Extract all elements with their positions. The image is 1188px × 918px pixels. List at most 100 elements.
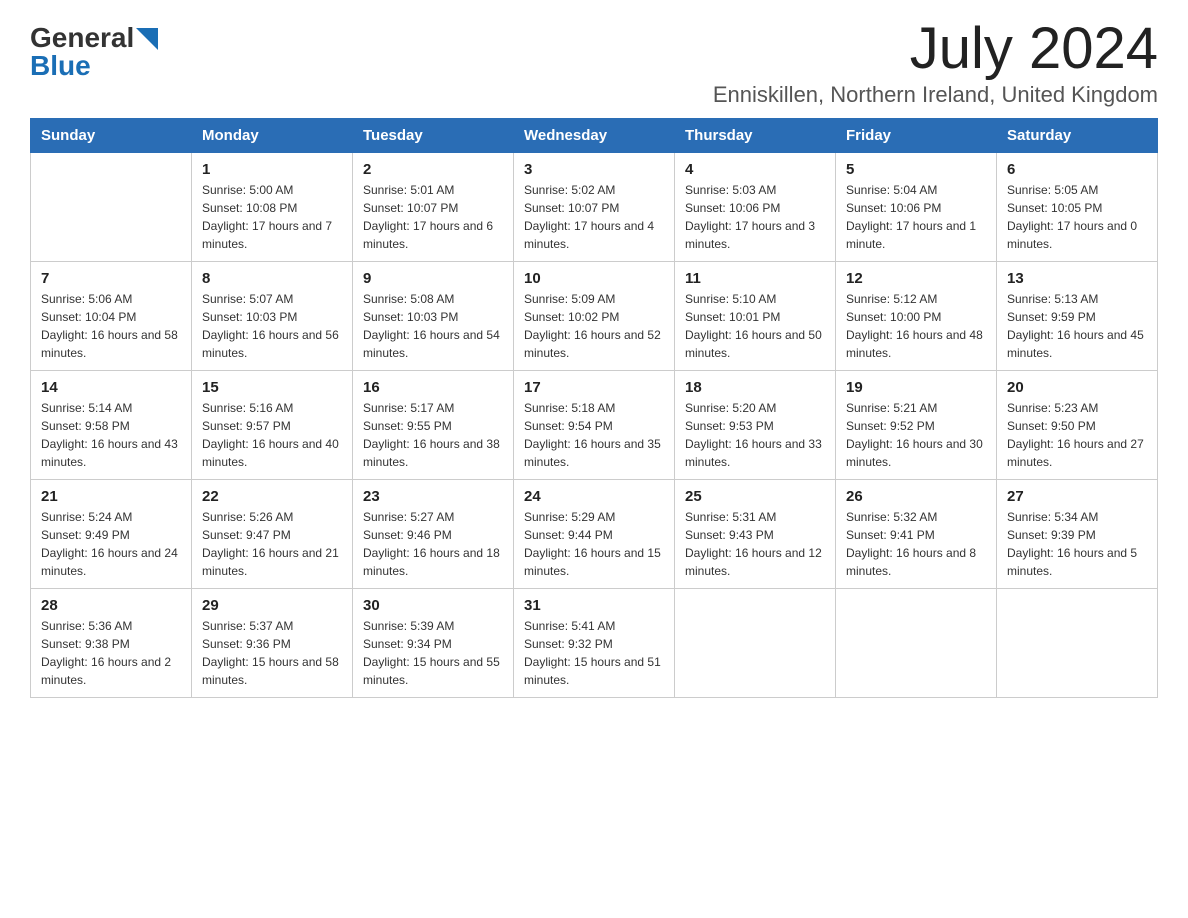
table-row: 31 Sunrise: 5:41 AMSunset: 9:32 PMDayligh…: [514, 589, 675, 698]
table-row: 16 Sunrise: 5:17 AMSunset: 9:55 PMDayligh…: [353, 371, 514, 480]
table-row: 22 Sunrise: 5:26 AMSunset: 9:47 PMDayligh…: [192, 480, 353, 589]
day-number: 31: [524, 597, 664, 614]
day-number: 19: [846, 379, 986, 396]
location-subtitle: Enniskillen, Northern Ireland, United Ki…: [713, 82, 1158, 108]
col-monday: Monday: [192, 119, 353, 153]
day-info: Sunrise: 5:02 AMSunset: 10:07 PMDaylight…: [524, 181, 664, 253]
table-row: 18 Sunrise: 5:20 AMSunset: 9:53 PMDayligh…: [675, 371, 836, 480]
day-info: Sunrise: 5:36 AMSunset: 9:38 PMDaylight:…: [41, 617, 181, 689]
day-info: Sunrise: 5:23 AMSunset: 9:50 PMDaylight:…: [1007, 399, 1147, 471]
day-number: 28: [41, 597, 181, 614]
table-row: [836, 589, 997, 698]
day-info: Sunrise: 5:13 AMSunset: 9:59 PMDaylight:…: [1007, 290, 1147, 362]
day-info: Sunrise: 5:39 AMSunset: 9:34 PMDaylight:…: [363, 617, 503, 689]
day-number: 30: [363, 597, 503, 614]
day-info: Sunrise: 5:08 AMSunset: 10:03 PMDaylight…: [363, 290, 503, 362]
day-info: Sunrise: 5:21 AMSunset: 9:52 PMDaylight:…: [846, 399, 986, 471]
day-number: 22: [202, 488, 342, 505]
logo: General Blue: [30, 20, 158, 82]
calendar-week-row: 7Sunrise: 5:06 AMSunset: 10:04 PMDayligh…: [31, 262, 1158, 371]
day-info: Sunrise: 5:00 AMSunset: 10:08 PMDaylight…: [202, 181, 342, 253]
table-row: 29 Sunrise: 5:37 AMSunset: 9:36 PMDayligh…: [192, 589, 353, 698]
day-number: 17: [524, 379, 664, 396]
day-number: 20: [1007, 379, 1147, 396]
day-info: Sunrise: 5:41 AMSunset: 9:32 PMDaylight:…: [524, 617, 664, 689]
day-number: 21: [41, 488, 181, 505]
day-info: Sunrise: 5:26 AMSunset: 9:47 PMDaylight:…: [202, 508, 342, 580]
day-number: 18: [685, 379, 825, 396]
day-info: Sunrise: 5:18 AMSunset: 9:54 PMDaylight:…: [524, 399, 664, 471]
day-number: 25: [685, 488, 825, 505]
day-number: 16: [363, 379, 503, 396]
day-number: 14: [41, 379, 181, 396]
day-info: Sunrise: 5:31 AMSunset: 9:43 PMDaylight:…: [685, 508, 825, 580]
day-info: Sunrise: 5:05 AMSunset: 10:05 PMDaylight…: [1007, 181, 1147, 253]
col-friday: Friday: [836, 119, 997, 153]
calendar-week-row: 28 Sunrise: 5:36 AMSunset: 9:38 PMDayligh…: [31, 589, 1158, 698]
table-row: 23 Sunrise: 5:27 AMSunset: 9:46 PMDayligh…: [353, 480, 514, 589]
logo-arrow-icon: [136, 28, 158, 50]
table-row: 7Sunrise: 5:06 AMSunset: 10:04 PMDayligh…: [31, 262, 192, 371]
day-number: 29: [202, 597, 342, 614]
day-info: Sunrise: 5:10 AMSunset: 10:01 PMDaylight…: [685, 290, 825, 362]
table-row: 15Sunrise: 5:16 AMSunset: 9:57 PMDayligh…: [192, 371, 353, 480]
table-row: 4Sunrise: 5:03 AMSunset: 10:06 PMDayligh…: [675, 153, 836, 262]
day-number: 23: [363, 488, 503, 505]
day-number: 11: [685, 270, 825, 287]
day-info: Sunrise: 5:17 AMSunset: 9:55 PMDaylight:…: [363, 399, 503, 471]
table-row: 10 Sunrise: 5:09 AMSunset: 10:02 PMDaylig…: [514, 262, 675, 371]
table-row: 30 Sunrise: 5:39 AMSunset: 9:34 PMDayligh…: [353, 589, 514, 698]
day-info: Sunrise: 5:09 AMSunset: 10:02 PMDaylight…: [524, 290, 664, 362]
calendar-week-row: 14Sunrise: 5:14 AMSunset: 9:58 PMDayligh…: [31, 371, 1158, 480]
title-block: July 2024 Enniskillen, Northern Ireland,…: [713, 20, 1158, 108]
table-row: 2 Sunrise: 5:01 AMSunset: 10:07 PMDayligh…: [353, 153, 514, 262]
table-row: 26 Sunrise: 5:32 AMSunset: 9:41 PMDayligh…: [836, 480, 997, 589]
table-row: [675, 589, 836, 698]
table-row: 21 Sunrise: 5:24 AMSunset: 9:49 PMDayligh…: [31, 480, 192, 589]
day-number: 2: [363, 161, 503, 178]
day-info: Sunrise: 5:12 AMSunset: 10:00 PMDaylight…: [846, 290, 986, 362]
table-row: 6Sunrise: 5:05 AMSunset: 10:05 PMDayligh…: [997, 153, 1158, 262]
day-number: 5: [846, 161, 986, 178]
logo-general: General: [30, 24, 134, 52]
table-row: 24Sunrise: 5:29 AMSunset: 9:44 PMDayligh…: [514, 480, 675, 589]
table-row: 20 Sunrise: 5:23 AMSunset: 9:50 PMDayligh…: [997, 371, 1158, 480]
day-info: Sunrise: 5:20 AMSunset: 9:53 PMDaylight:…: [685, 399, 825, 471]
month-title: July 2024: [713, 20, 1158, 78]
day-number: 10: [524, 270, 664, 287]
table-row: [997, 589, 1158, 698]
table-row: 3 Sunrise: 5:02 AMSunset: 10:07 PMDayligh…: [514, 153, 675, 262]
table-row: 13 Sunrise: 5:13 AMSunset: 9:59 PMDayligh…: [997, 262, 1158, 371]
day-number: 13: [1007, 270, 1147, 287]
col-saturday: Saturday: [997, 119, 1158, 153]
day-info: Sunrise: 5:29 AMSunset: 9:44 PMDaylight:…: [524, 508, 664, 580]
day-number: 12: [846, 270, 986, 287]
col-sunday: Sunday: [31, 119, 192, 153]
page-header: General Blue July 2024 Enniskillen, Nort…: [30, 20, 1158, 108]
table-row: [31, 153, 192, 262]
day-info: Sunrise: 5:01 AMSunset: 10:07 PMDaylight…: [363, 181, 503, 253]
col-thursday: Thursday: [675, 119, 836, 153]
day-number: 15: [202, 379, 342, 396]
day-info: Sunrise: 5:06 AMSunset: 10:04 PMDaylight…: [41, 290, 181, 362]
day-number: 3: [524, 161, 664, 178]
day-info: Sunrise: 5:32 AMSunset: 9:41 PMDaylight:…: [846, 508, 986, 580]
table-row: 17 Sunrise: 5:18 AMSunset: 9:54 PMDayligh…: [514, 371, 675, 480]
table-row: 25 Sunrise: 5:31 AMSunset: 9:43 PMDayligh…: [675, 480, 836, 589]
table-row: 1Sunrise: 5:00 AMSunset: 10:08 PMDayligh…: [192, 153, 353, 262]
day-number: 26: [846, 488, 986, 505]
table-row: 11 Sunrise: 5:10 AMSunset: 10:01 PMDaylig…: [675, 262, 836, 371]
day-info: Sunrise: 5:07 AMSunset: 10:03 PMDaylight…: [202, 290, 342, 362]
day-info: Sunrise: 5:37 AMSunset: 9:36 PMDaylight:…: [202, 617, 342, 689]
day-number: 9: [363, 270, 503, 287]
day-number: 8: [202, 270, 342, 287]
day-number: 27: [1007, 488, 1147, 505]
table-row: 28 Sunrise: 5:36 AMSunset: 9:38 PMDayligh…: [31, 589, 192, 698]
col-wednesday: Wednesday: [514, 119, 675, 153]
table-row: 5Sunrise: 5:04 AMSunset: 10:06 PMDayligh…: [836, 153, 997, 262]
day-info: Sunrise: 5:27 AMSunset: 9:46 PMDaylight:…: [363, 508, 503, 580]
table-row: 9 Sunrise: 5:08 AMSunset: 10:03 PMDayligh…: [353, 262, 514, 371]
day-info: Sunrise: 5:34 AMSunset: 9:39 PMDaylight:…: [1007, 508, 1147, 580]
table-row: 12 Sunrise: 5:12 AMSunset: 10:00 PMDaylig…: [836, 262, 997, 371]
day-info: Sunrise: 5:24 AMSunset: 9:49 PMDaylight:…: [41, 508, 181, 580]
